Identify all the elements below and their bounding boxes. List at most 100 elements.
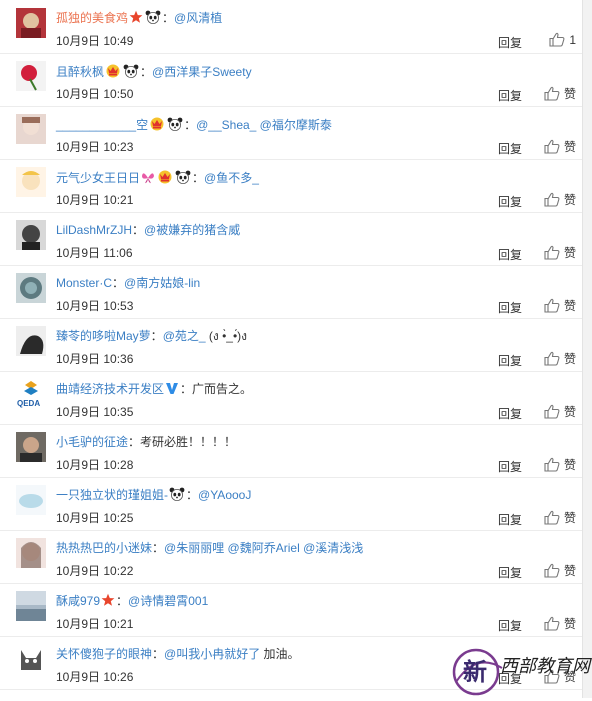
- avatar[interactable]: [16, 644, 46, 674]
- avatar[interactable]: [16, 326, 46, 356]
- comment-time: 10月9日 10:25: [56, 511, 134, 525]
- comment-username[interactable]: 小毛驴的征途: [56, 435, 128, 449]
- comment-username[interactable]: 一只独立状的瑾姐姐-: [56, 488, 168, 502]
- watermark-logo: 新 西部教育网: [452, 648, 592, 696]
- comment-mention[interactable]: @鱼不多_: [204, 171, 259, 185]
- thumbs-up-icon: [544, 563, 560, 578]
- reply-button[interactable]: 回复: [498, 458, 522, 475]
- like-button[interactable]: 赞: [544, 456, 576, 473]
- comment-username[interactable]: 曲靖经济技术开发区: [56, 382, 164, 396]
- comment-username[interactable]: 孤独的美食鸡: [56, 11, 128, 25]
- comment-mention[interactable]: @__Shea_ @福尔摩斯泰: [196, 118, 332, 132]
- reply-button[interactable]: 回复: [498, 193, 522, 210]
- like-count: 赞: [563, 617, 576, 631]
- like-count: 赞: [563, 87, 576, 101]
- like-button[interactable]: 赞: [544, 85, 576, 102]
- colon-separator: ：: [152, 647, 165, 661]
- colon-separator: ：: [152, 541, 165, 555]
- reply-button[interactable]: 回复: [498, 352, 522, 369]
- comment-mention[interactable]: @叫我小冉就好了: [164, 647, 260, 661]
- like-button[interactable]: 赞: [544, 244, 576, 261]
- thumbs-up-icon: [544, 298, 560, 313]
- comment-item: ____________空 ：@__Shea_ @福尔摩斯泰 10月9日 10:23…: [0, 106, 582, 160]
- comment-mention[interactable]: @朱丽丽哩 @魏阿乔Ariel @溪清浅浅: [164, 541, 363, 555]
- like-button[interactable]: 赞: [544, 191, 576, 208]
- comment-mention[interactable]: @被嫌弃的猪含威: [144, 223, 240, 237]
- like-button[interactable]: 赞: [544, 403, 576, 420]
- comment-time: 10月9日 10:21: [56, 193, 134, 207]
- colon-separator: ：: [140, 65, 153, 79]
- scrollbar-edge[interactable]: [582, 0, 592, 698]
- thumbs-up-icon: [544, 139, 560, 154]
- comment-username[interactable]: 且醉秋枫: [56, 65, 104, 79]
- like-button[interactable]: 赞: [544, 509, 576, 526]
- comment-item: 且醉秋枫 ：@西洋果子Sweety 10月9日 10:50 回复 赞: [0, 53, 582, 107]
- verified-v-icon: [166, 383, 179, 394]
- comment-mention[interactable]: @YAoooJ: [198, 488, 251, 502]
- reply-button[interactable]: 回复: [498, 34, 522, 51]
- panda-emoji-icon: [167, 117, 183, 131]
- avatar[interactable]: [16, 432, 46, 462]
- avatar[interactable]: [16, 538, 46, 568]
- star-badge-icon: [129, 10, 143, 23]
- like-button[interactable]: 赞: [544, 138, 576, 155]
- comment-username[interactable]: 关怀傻狍子的眼神: [56, 647, 152, 661]
- comment-time: 10月9日 10:28: [56, 458, 134, 472]
- reply-button[interactable]: 回复: [498, 405, 522, 422]
- comment-mention[interactable]: @苑之_: [163, 329, 206, 343]
- colon-separator: ：: [150, 329, 163, 343]
- panda-emoji-icon: [175, 170, 191, 184]
- comment-time: 10月9日 10:22: [56, 564, 134, 578]
- avatar[interactable]: [16, 114, 46, 144]
- like-button[interactable]: 1: [549, 32, 576, 47]
- colon-separator: ：: [186, 488, 199, 502]
- comment-username[interactable]: 臻苓的哆啦May萝: [56, 329, 151, 343]
- comment-line: 孤独的美食鸡 ：@风清植: [56, 10, 222, 26]
- comment-username[interactable]: 酥咸979: [56, 594, 100, 608]
- like-button[interactable]: 赞: [544, 297, 576, 314]
- reply-button[interactable]: 回复: [498, 617, 522, 634]
- reply-button[interactable]: 回复: [498, 246, 522, 263]
- comment-line: 臻苓的哆啦May萝：@苑之_ (ง •̀_•́)ง: [56, 328, 247, 344]
- comment-mention[interactable]: @风清植: [174, 11, 222, 25]
- comment-line: 热热热巴的小迷妹：@朱丽丽哩 @魏阿乔Ariel @溪清浅浅: [56, 540, 363, 556]
- butterfly-icon: [142, 173, 155, 184]
- thumbs-up-icon: [549, 32, 565, 47]
- watermark: 新 西部教育网: [452, 642, 592, 698]
- avatar[interactable]: [16, 61, 46, 91]
- avatar[interactable]: [16, 591, 46, 621]
- comment-item: 酥咸979 ：@诗情碧霄001 10月9日 10:21 回复 赞: [0, 583, 582, 637]
- comment-mention[interactable]: @诗情碧霄001: [128, 594, 208, 608]
- avatar[interactable]: QEDA: [16, 379, 46, 409]
- comment-line: LilDashMrZJH：@被嫌弃的猪含威: [56, 222, 240, 238]
- reply-button[interactable]: 回复: [498, 511, 522, 528]
- star-badge-icon: [101, 593, 115, 606]
- avatar[interactable]: [16, 273, 46, 303]
- comment-username[interactable]: LilDashMrZJH: [56, 223, 132, 237]
- comment-time: 10月9日 10:26: [56, 670, 134, 684]
- colon-separator: ：: [112, 276, 125, 290]
- avatar[interactable]: [16, 220, 46, 250]
- like-button[interactable]: 赞: [544, 562, 576, 579]
- panda-emoji-icon: [145, 10, 161, 24]
- comment-username[interactable]: ____________空: [56, 118, 148, 132]
- comment-username[interactable]: 热热热巴的小迷妹: [56, 541, 152, 555]
- comment-item: 热热热巴的小迷妹：@朱丽丽哩 @魏阿乔Ariel @溪清浅浅 10月9日 10:2…: [0, 530, 582, 584]
- reply-button[interactable]: 回复: [498, 564, 522, 581]
- reply-button[interactable]: 回复: [498, 87, 522, 104]
- comment-mention[interactable]: @南方姑娘-lin: [124, 276, 200, 290]
- thumbs-up-icon: [544, 192, 560, 207]
- comment-item: 一只独立状的瑾姐姐- ：@YAoooJ 10月9日 10:25 回复 赞: [0, 477, 582, 531]
- avatar[interactable]: [16, 485, 46, 515]
- comment-username[interactable]: Monster·C: [56, 276, 112, 290]
- comment-username[interactable]: 元气少女王日日: [56, 171, 140, 185]
- comment-mention[interactable]: @西洋果子Sweety: [152, 65, 252, 79]
- avatar[interactable]: [16, 167, 46, 197]
- comment-item: Monster·C：@南方姑娘-lin 10月9日 10:53 回复 赞: [0, 265, 582, 319]
- reply-button[interactable]: 回复: [498, 299, 522, 316]
- avatar[interactable]: [16, 8, 46, 38]
- like-button[interactable]: 赞: [544, 615, 576, 632]
- colon-separator: ：: [180, 382, 193, 396]
- like-button[interactable]: 赞: [544, 350, 576, 367]
- reply-button[interactable]: 回复: [498, 140, 522, 157]
